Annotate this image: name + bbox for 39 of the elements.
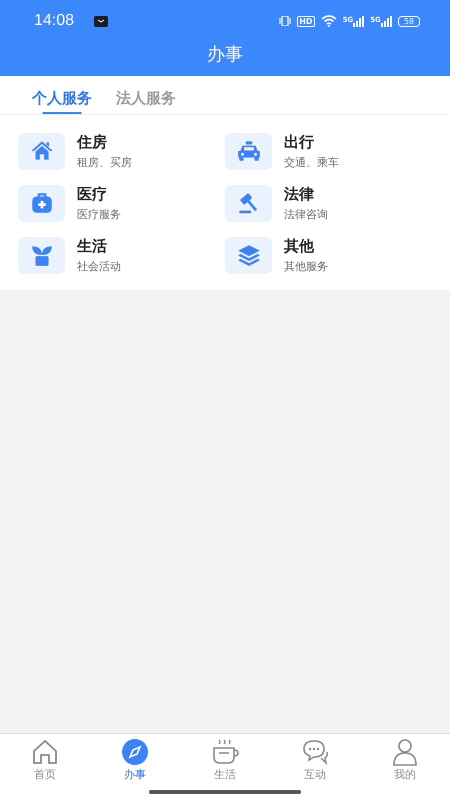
service-title[interactable]: 医疗 [77, 184, 121, 204]
service-title[interactable]: 出行 [284, 132, 339, 152]
gavel-icon[interactable] [225, 184, 272, 222]
service-subtitle: 租房、买房 [77, 154, 132, 170]
person-icon [391, 738, 419, 766]
chat-icon [301, 738, 329, 766]
nav-tab[interactable]: 首页 [0, 736, 90, 784]
service-subtitle: 社会活动 [77, 258, 121, 274]
page-title: 办事 [207, 43, 243, 66]
nav-tab[interactable]: 办事 [90, 736, 180, 784]
signal-icon [353, 16, 364, 26]
house-icon[interactable] [18, 132, 65, 170]
compass-icon [121, 738, 149, 766]
vibrate-icon [279, 16, 292, 26]
layers-icon[interactable] [225, 236, 272, 274]
signal-icon [380, 16, 392, 26]
service-subtitle: 交通、乘车 [284, 154, 339, 170]
service-title[interactable]: 法律 [284, 184, 328, 204]
service-title[interactable]: 生活 [77, 236, 121, 256]
tab[interactable]: 个人服务 [22, 76, 102, 114]
car-icon[interactable] [225, 132, 272, 170]
nav-tab[interactable]: 生活 [180, 736, 270, 784]
status-time: 14:08 [34, 12, 74, 30]
wifi-icon [320, 15, 337, 27]
service-title[interactable]: 住房 [77, 132, 132, 152]
nav-tab[interactable]: 我的 [360, 736, 450, 784]
service-subtitle: 医疗服务 [77, 206, 121, 222]
message-icon [94, 16, 108, 26]
service-subtitle: 法律咨询 [284, 206, 328, 222]
nav-tab[interactable]: 互动 [270, 736, 360, 784]
medical-kit-icon[interactable] [18, 184, 65, 222]
service-subtitle: 其他服务 [284, 258, 328, 274]
cup-icon [211, 738, 239, 766]
hd-badge: HD [297, 16, 315, 26]
service-title[interactable]: 其他 [284, 236, 328, 256]
plant-icon[interactable] [18, 236, 65, 274]
battery-indicator: 58 [398, 16, 420, 26]
home-icon [31, 738, 59, 766]
tab[interactable]: 法人服务 [106, 76, 186, 114]
